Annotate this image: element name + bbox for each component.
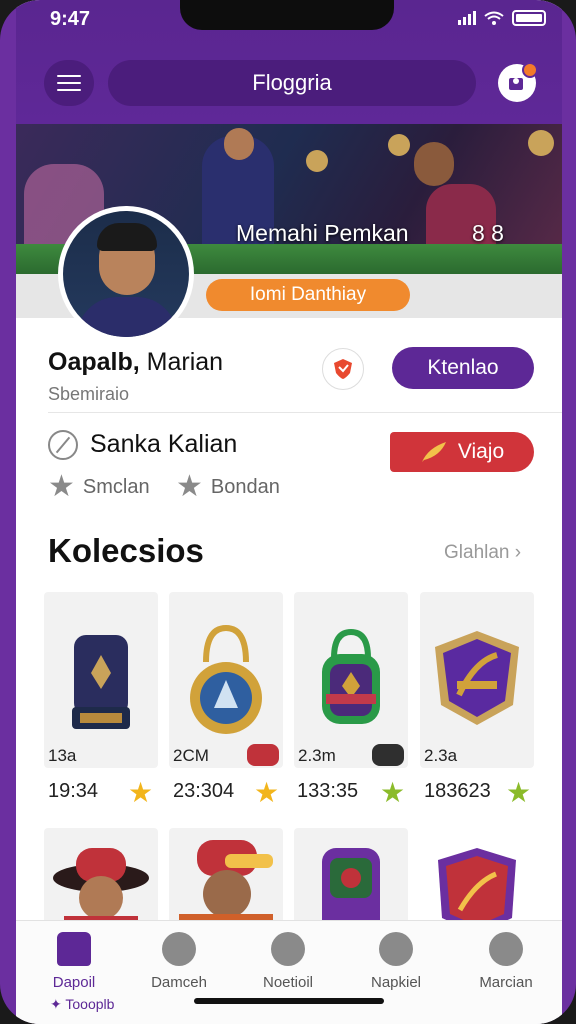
block-icon <box>48 430 78 460</box>
item-score: 133:35 <box>297 780 359 802</box>
ball-icon <box>162 932 196 966</box>
tab-notifications[interactable]: Noetioil <box>238 932 338 991</box>
profile-subtitle: Sbemiraio <box>48 384 130 404</box>
app-screen: 9:47 Floggria Memahi Pemkan 8 8 Iomi Dan… <box>16 0 562 1024</box>
battery-icon <box>512 10 546 26</box>
medal-image <box>169 592 283 768</box>
section-title: Kolecsios <box>48 532 204 569</box>
profile-name: Oapalb, Marian <box>48 348 224 376</box>
collection-card[interactable]: 2.3a <box>420 592 534 768</box>
divider <box>48 412 562 413</box>
top-bar: 9:47 Floggria <box>16 0 562 124</box>
leaf-icon <box>421 442 446 462</box>
banner-caption: Memahi Pemkan <box>236 220 409 246</box>
meta-item-2: ★ Bondan <box>176 470 280 503</box>
home-icon <box>57 932 91 966</box>
info-title: Sanka Kalian <box>90 430 238 458</box>
shield-button[interactable] <box>322 348 364 390</box>
notification-dot <box>522 62 538 78</box>
collection-card[interactable] <box>420 828 534 928</box>
menu-button[interactable] <box>44 60 94 106</box>
collection-card[interactable]: 2CM <box>169 592 283 768</box>
tab-home[interactable]: Dapoil <box>24 932 124 991</box>
chevron-right-icon: › <box>514 542 522 563</box>
banner-score: 8 8 <box>472 220 504 246</box>
star-icon: ★ <box>128 777 154 808</box>
app-title[interactable]: Floggria <box>108 60 476 106</box>
collection-card[interactable]: 2.3m <box>294 592 408 768</box>
status-icons <box>458 10 546 26</box>
highlight-pill[interactable]: Iomi Danthiay <box>206 279 410 311</box>
item-score: 183623 <box>424 780 491 802</box>
badge-button[interactable]: Viajo <box>390 432 534 472</box>
star-icon: ★ <box>506 777 532 808</box>
collection-card[interactable] <box>294 828 408 928</box>
collection-card[interactable] <box>44 828 158 928</box>
home-indicator[interactable] <box>194 998 384 1004</box>
tab-matches[interactable]: Damceh <box>129 932 229 991</box>
shield-icon <box>334 359 352 379</box>
chat-icon <box>379 932 413 966</box>
star-icon: ★ <box>254 777 280 808</box>
star-icon: ★ <box>48 470 75 503</box>
item-score: 19:34 <box>48 780 99 802</box>
crest-image <box>420 592 534 768</box>
tag-badge <box>247 744 279 766</box>
status-time: 9:47 <box>50 8 91 30</box>
tab-messages[interactable]: Napkiel <box>346 932 446 991</box>
beanie-image <box>44 592 158 768</box>
star-icon: ★ <box>176 470 203 503</box>
hamburger-icon <box>57 75 81 77</box>
item-score: 23:304 <box>173 780 235 802</box>
follow-button[interactable]: Ktenlao <box>392 347 534 389</box>
wifi-icon <box>484 11 504 25</box>
collection-card[interactable] <box>169 828 283 928</box>
profile-avatar[interactable] <box>58 206 194 342</box>
collection-card[interactable]: 13a <box>44 592 158 768</box>
notification-icon <box>271 932 305 966</box>
see-all-link[interactable]: Glahlan › <box>444 542 521 564</box>
camera-notch <box>180 0 394 30</box>
tab-profile[interactable]: Marcian <box>456 932 556 991</box>
profile-icon <box>489 932 523 966</box>
lock-badge-image <box>294 592 408 768</box>
notification-avatar-button[interactable] <box>498 62 538 102</box>
footnote: ✦ Toooplb <box>50 996 115 1012</box>
phone-frame: 9:47 Floggria Memahi Pemkan 8 8 Iomi Dan… <box>0 0 576 1024</box>
signal-icon <box>458 11 476 25</box>
star-icon: ★ <box>380 777 406 808</box>
meta-item-1: ★ Smclan <box>48 470 150 503</box>
chat-badge <box>372 744 404 766</box>
